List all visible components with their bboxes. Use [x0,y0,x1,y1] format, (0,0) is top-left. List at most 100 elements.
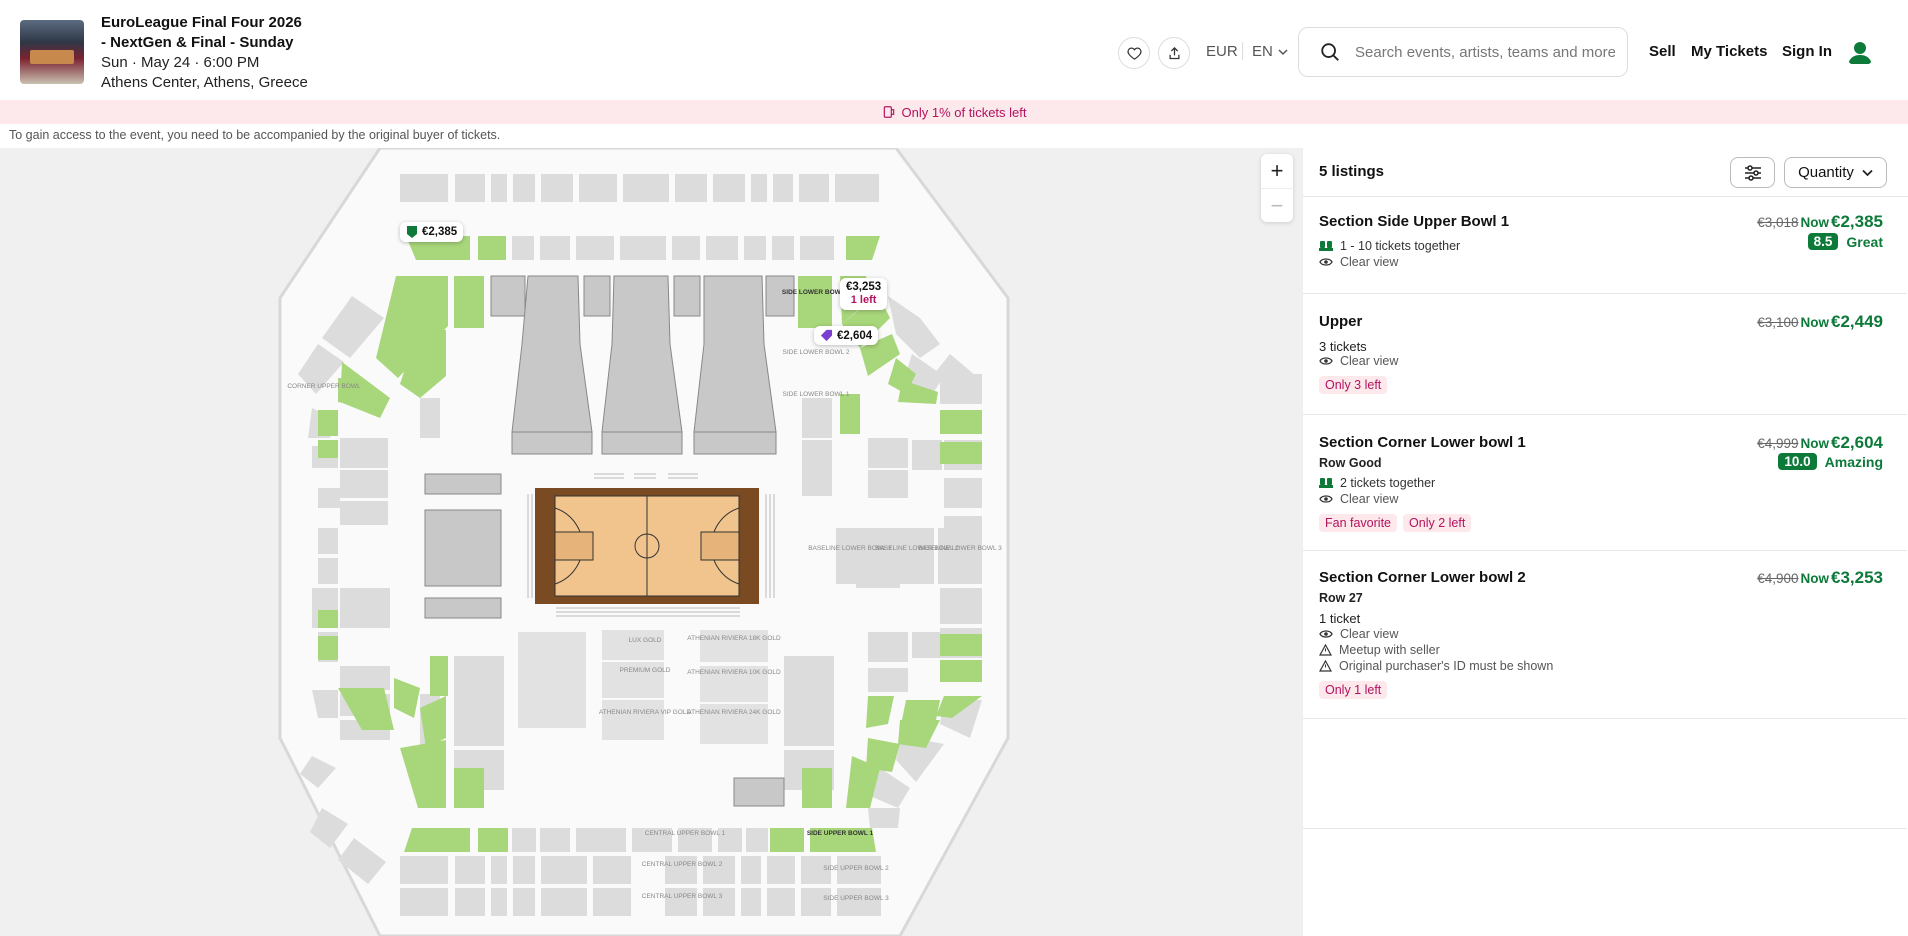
event-thumbnail[interactable] [20,20,84,84]
zoom-out-button[interactable]: − [1261,188,1293,222]
listing-feature: Clear view [1319,354,1398,368]
search-input[interactable] [1355,43,1615,61]
score-label: Great [1846,233,1883,250]
listing-feature: Clear view [1319,492,1398,506]
current-price: €3,253 [1831,568,1883,587]
label-riviera-10k: ATHENIAN RIVIERA 10K GOLD [687,669,781,676]
listing-feature: Original purchaser's ID must be shown [1319,659,1553,673]
eye-icon [1319,258,1333,266]
listing-feature: 1 - 10 tickets together [1319,239,1460,253]
feature-text: Clear view [1340,255,1399,269]
basketball-court [535,488,759,604]
listing-card[interactable]: Upper €3,100 Now €2,449 3 tickets Clear … [1303,294,1907,415]
label-side-lower-bowl-1: SIDE LOWER BOWL 1 [783,391,850,398]
search-icon [1321,43,1339,61]
zoom-controls: + − [1261,154,1293,222]
listing-tags: Only 1 left [1319,681,1388,699]
event-venue: Athens Center, Athens, Greece [101,74,308,91]
language-selector[interactable]: EN [1252,43,1273,60]
label-side-upper-bowl-3: SIDE UPPER BOWL 3 [823,895,889,902]
fan-favorite-tag: Fan favorite [1319,514,1398,532]
map-price-pin[interactable]: €3,253 1 left [840,278,888,310]
access-notice: To gain access to the event, you need to… [9,128,501,142]
old-price: €3,100 [1757,315,1799,330]
label-riviera-vip: ATHENIAN RIVIERA VIP GOLD [599,709,692,716]
warning-icon [1319,644,1332,656]
listing-title: Section Corner Lower bowl 2 [1319,569,1526,586]
feature-text: 2 tickets together [1340,476,1436,490]
listing-card[interactable] [1303,719,1907,829]
availability-tag: Only 3 left [1319,376,1388,394]
banner-text: Only 1% of tickets left [901,104,1027,120]
share-button[interactable] [1158,37,1190,69]
ticket-quantity: 3 tickets [1319,339,1367,354]
listings-panel: 5 listings Quantity Section Side Upper B… [1302,148,1908,936]
listing-price: €3,018 Now €2,385 [1757,212,1883,232]
ticket-icon [883,106,894,118]
quantity-label: Quantity [1798,164,1854,181]
deal-score: 8.5 Great [1807,233,1883,250]
listing-card[interactable]: Section Side Upper Bowl 1 €3,018 Now €2,… [1303,197,1907,294]
my-tickets-link[interactable]: My Tickets [1691,43,1767,60]
favorite-button[interactable] [1118,37,1150,69]
seats-icon [1319,478,1333,488]
label-side-lower-bowl-2: SIDE LOWER BOWL 2 [783,349,850,356]
listing-feature: 2 tickets together [1319,476,1435,490]
chevron-down-icon [1862,169,1873,176]
sell-link[interactable]: Sell [1649,43,1676,60]
label-baseline-lower-bowl-3: BASELINE LOWER BOWL 3 [918,545,1002,552]
chevron-down-icon[interactable] [1278,48,1288,56]
listing-title: Section Side Upper Bowl 1 [1319,213,1510,230]
seat-map[interactable]: SIDE LOWER BOWL 3 SIDE LOWER BOWL 1 SIDE… [0,148,1302,936]
listing-price: €4,900 Now €3,253 [1757,568,1883,588]
listing-title: Section Corner Lower bowl 1 [1319,434,1526,451]
quantity-dropdown[interactable]: Quantity [1784,157,1887,188]
eye-icon [1319,357,1333,365]
filter-button[interactable] [1730,157,1775,188]
sign-in-link[interactable]: Sign In [1782,43,1832,60]
availability-tag: Only 2 left [1403,514,1472,532]
label-central-upper-bowl-3: CENTRAL UPPER BOWL 3 [642,893,723,900]
premium-sections [518,630,768,744]
listing-title: Upper [1319,313,1363,330]
feature-text: Original purchaser's ID must be shown [1339,659,1554,673]
deal-score: 10.0 Amazing [1778,453,1883,470]
event-info: EuroLeague Final Four 2026 - NextGen & F… [101,13,308,93]
pin-price: €3,253 [846,281,882,293]
current-price: €2,449 [1831,312,1883,331]
feature-text: Clear view [1340,354,1399,368]
score-label: Amazing [1824,453,1883,470]
pin-price: €2,385 [422,226,458,238]
label-corner-upper-bowl: CORNER UPPER BOWL [287,383,361,390]
ticket-quantity: 1 ticket [1319,611,1361,626]
listings-header: 5 listings Quantity [1303,148,1908,197]
label-riviera-18k: ATHENIAN RIVIERA 18K GOLD [687,635,781,642]
now-label: Now [1800,571,1830,586]
listing-price: €3,100 Now €2,449 [1757,312,1883,332]
map-price-pin[interactable]: €2,604 [814,326,879,345]
tag-icon [407,226,417,238]
zoom-in-button[interactable]: + [1261,154,1293,188]
minus-icon: − [1270,192,1284,218]
listing-card[interactable]: Section Corner Lower bowl 2 €4,900 Now €… [1303,551,1907,719]
pin-price: €2,604 [837,329,873,342]
map-price-pin[interactable]: €2,385 [400,222,464,242]
current-price: €2,604 [1831,433,1883,452]
search-bar[interactable] [1298,27,1628,77]
warning-icon [1319,660,1332,672]
listing-tags: Only 3 left [1319,376,1388,394]
eye-icon [1319,495,1333,503]
label-riviera-24k: ATHENIAN RIVIERA 24K GOLD [687,709,781,716]
scarcity-banner: Only 1% of tickets left [0,100,1908,124]
share-icon [1169,46,1179,59]
label-side-upper-bowl-1: SIDE UPPER BOWL 1 [807,830,874,837]
user-avatar[interactable] [1845,37,1875,67]
feature-text: Clear view [1340,492,1399,506]
current-price: €2,385 [1831,212,1883,231]
top-header: EuroLeague Final Four 2026 - NextGen & F… [0,0,1908,100]
listing-card[interactable]: Section Corner Lower bowl 1 €4,999 Now €… [1303,415,1907,551]
listing-row: Row 27 [1319,591,1363,605]
now-label: Now [1800,315,1830,330]
seat-map-svg[interactable]: SIDE LOWER BOWL 3 SIDE LOWER BOWL 1 SIDE… [0,148,1302,936]
currency-selector[interactable]: EUR [1206,43,1238,60]
